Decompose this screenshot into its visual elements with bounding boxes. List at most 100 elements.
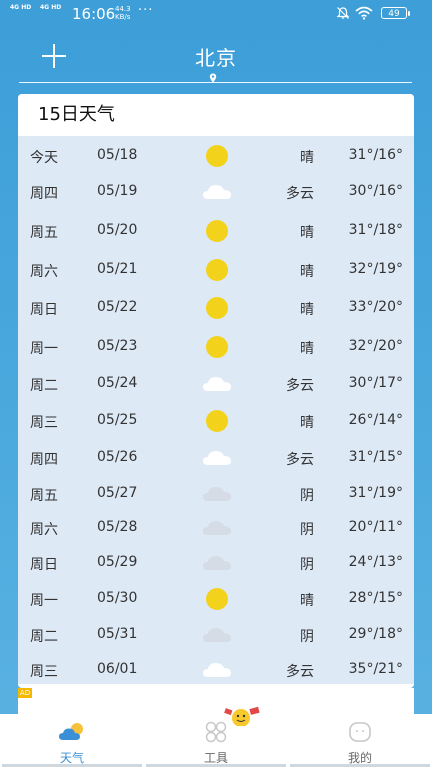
mute-bell-icon	[336, 7, 350, 19]
forecast-row[interactable]: 周四 05/19 多云 30°/16°	[18, 174, 414, 210]
forecast-row[interactable]: 周五 05/20 晴 31°/18°	[18, 213, 414, 249]
forecast-condition: 晴	[300, 341, 314, 357]
tab-weather[interactable]: 天气	[0, 714, 144, 768]
forecast-condition: 多云	[286, 378, 314, 394]
sun-icon	[201, 258, 233, 282]
header-divider	[19, 82, 412, 83]
forecast-temperature: 28°/15°	[348, 590, 403, 606]
forecast-temperature: 31°/16°	[348, 147, 403, 163]
forecast-row[interactable]: 周日 05/22 晴 33°/20°	[18, 290, 414, 326]
forecast-temperature: 35°/21°	[348, 661, 403, 677]
forecast-date: 05/18	[97, 147, 138, 163]
forecast-temperature: 30°/16°	[348, 183, 403, 199]
tab-tools[interactable]: 工具	[144, 706, 288, 768]
forecast-date: 05/27	[97, 485, 138, 501]
forecast-temperature: 29°/18°	[348, 626, 403, 642]
more-notifications-icon: ···	[138, 3, 154, 18]
forecast-day: 周六	[30, 522, 58, 538]
forecast-row[interactable]: 周日 05/29 阴 24°/13°	[18, 545, 414, 581]
forecast-day: 周六	[30, 264, 58, 280]
network-speed: 44.3 KB/s	[115, 5, 131, 21]
forecast-day: 周五	[30, 225, 58, 241]
forecast-row[interactable]: 周三 05/25 晴 26°/14°	[18, 403, 414, 439]
profile-icon	[349, 722, 371, 742]
forecast-row[interactable]: 周三 06/01 多云 35°/21°	[18, 652, 414, 688]
forecast-date: 05/24	[97, 375, 138, 391]
forecast-temperature: 31°/19°	[348, 485, 403, 501]
forecast-temperature: 30°/17°	[348, 375, 403, 391]
network-speed-unit: KB/s	[115, 13, 131, 21]
forecast-row[interactable]: 周一 05/23 晴 32°/20°	[18, 329, 414, 365]
forecast-temperature: 32°/20°	[348, 338, 403, 354]
status-bar: 4G HD 4G HD 16:06 44.3 KB/s ··· 49	[0, 0, 432, 28]
forecast-date: 05/25	[97, 412, 138, 428]
forecast-row[interactable]: 周六 05/21 晴 32°/19°	[18, 252, 414, 288]
sun-icon	[201, 296, 233, 320]
sun-icon	[201, 335, 233, 359]
sun-icon	[201, 144, 233, 168]
forecast-day: 今天	[30, 150, 58, 166]
forecast-day: 周日	[30, 302, 58, 318]
forecast-temperature: 31°/18°	[348, 222, 403, 238]
battery-indicator: 49	[381, 7, 410, 19]
forecast-day: 周三	[30, 415, 58, 431]
forecast-condition: 阴	[300, 522, 314, 538]
forecast-temperature: 24°/13°	[348, 554, 403, 570]
cloud-icon	[201, 372, 233, 396]
network-speed-value: 44.3	[115, 5, 131, 13]
forecast-date: 05/28	[97, 519, 138, 535]
forecast-day: 周五	[30, 488, 58, 504]
forecast-temperature: 20°/11°	[348, 519, 403, 535]
forecast-card: 15日天气 今天 05/18 晴 31°/16° 周四 05/19 多云 30°/16° 周五 0…	[18, 94, 414, 688]
forecast-date: 05/22	[97, 299, 138, 315]
tab-bar: 天气 工具 我的	[0, 706, 432, 768]
forecast-condition: 阴	[300, 488, 314, 504]
forecast-temperature: 32°/19°	[348, 261, 403, 277]
forecast-day: 周一	[30, 593, 58, 609]
forecast-temperature: 26°/14°	[348, 412, 403, 428]
forecast-date: 05/20	[97, 222, 138, 238]
forecast-date: 05/30	[97, 590, 138, 606]
forecast-day: 周二	[30, 629, 58, 645]
forecast-row[interactable]: 周二 05/31 阴 29°/18°	[18, 617, 414, 653]
forecast-condition: 晴	[300, 225, 314, 241]
forecast-condition: 多云	[286, 452, 314, 468]
overcast-icon	[201, 516, 233, 540]
forecast-row[interactable]: 周一 05/30 晴 28°/15°	[18, 581, 414, 617]
forecast-condition: 多云	[286, 664, 314, 680]
forecast-condition: 晴	[300, 593, 314, 609]
forecast-date: 05/26	[97, 449, 138, 465]
weather-icon	[59, 723, 83, 740]
network-indicator-2: 4G HD	[40, 4, 62, 11]
forecast-temperature: 31°/15°	[348, 449, 403, 465]
forecast-day: 周四	[30, 452, 58, 468]
forecast-date: 05/19	[97, 183, 138, 199]
tab-indicator	[0, 764, 432, 768]
forecast-row[interactable]: 周四 05/26 多云 31°/15°	[18, 440, 414, 476]
forecast-title: 15日天气	[18, 94, 414, 136]
forecast-condition: 阴	[300, 557, 314, 573]
forecast-date: 05/31	[97, 626, 138, 642]
forecast-row[interactable]: 今天 05/18 晴 31°/16°	[18, 138, 414, 174]
forecast-list: 今天 05/18 晴 31°/16° 周四 05/19 多云 30°/16° 周五 05/20 晴 3…	[18, 136, 414, 684]
forecast-row[interactable]: 周六 05/28 阴 20°/11°	[18, 510, 414, 546]
forecast-row[interactable]: 周五 05/27 阴 31°/19°	[18, 476, 414, 512]
sun-icon	[201, 587, 233, 611]
tab-profile[interactable]: 我的	[288, 714, 432, 768]
ad-tag: AD	[18, 688, 32, 698]
overcast-icon	[201, 551, 233, 575]
forecast-date: 06/01	[97, 661, 138, 677]
forecast-date: 05/23	[97, 338, 138, 354]
promo-sticker-icon	[224, 706, 260, 726]
sun-icon	[201, 219, 233, 243]
forecast-condition: 阴	[300, 629, 314, 645]
forecast-row[interactable]: 周二 05/24 多云 30°/17°	[18, 366, 414, 402]
forecast-date: 05/29	[97, 554, 138, 570]
forecast-day: 周日	[30, 557, 58, 573]
forecast-temperature: 33°/20°	[348, 299, 403, 315]
cloud-icon	[201, 658, 233, 682]
city-name[interactable]: 北京	[0, 42, 432, 71]
cloud-icon	[201, 446, 233, 470]
forecast-day: 周二	[30, 378, 58, 394]
sun-icon	[201, 409, 233, 433]
